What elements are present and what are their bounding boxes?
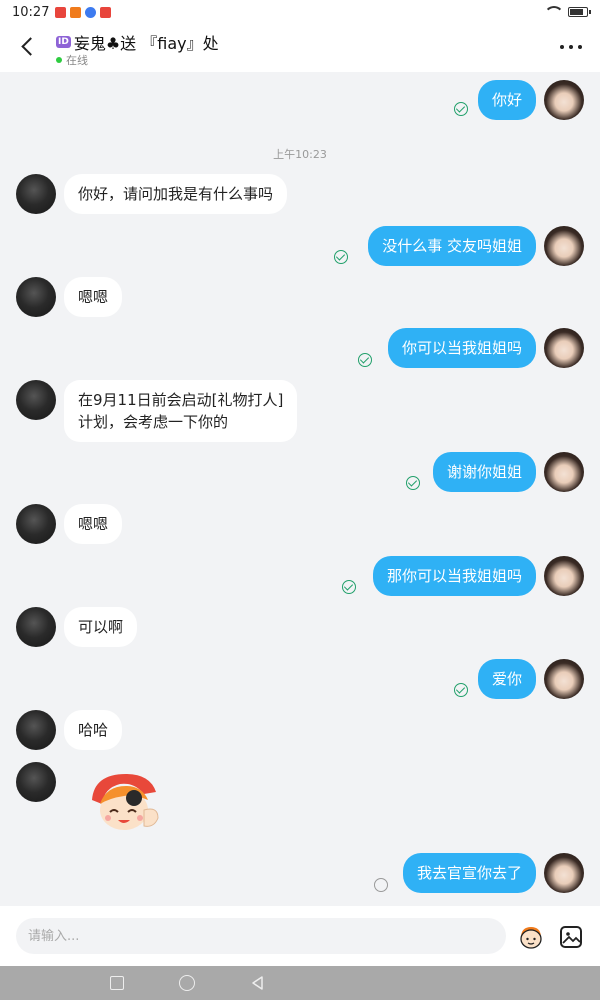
my-avatar[interactable] <box>544 226 584 266</box>
message-bubble-in[interactable]: 在9月11日前会启动[礼物打人] 计划，会考虑一下你的 <box>64 380 298 442</box>
read-check-icon <box>454 683 468 697</box>
chat-header: ID 妄鬼♣送 『fiay』处 在线 <box>0 24 600 72</box>
status-bar: 10:27 <box>0 0 600 24</box>
my-avatar[interactable] <box>544 452 584 492</box>
status-time: 10:27 <box>12 4 50 20</box>
notification-icon-3 <box>85 6 97 18</box>
message-row: 没什么事 交友吗姐姐 <box>0 226 600 266</box>
input-bar <box>0 906 600 966</box>
my-avatar[interactable] <box>544 556 584 596</box>
message-bubble-out[interactable]: 爱你 <box>477 659 536 699</box>
my-avatar[interactable] <box>544 328 584 368</box>
online-dot-icon <box>56 57 62 63</box>
nav-home-icon[interactable] <box>179 975 195 991</box>
message-bubble-in[interactable]: 嗯嗯 <box>64 504 123 544</box>
emoji-sticker-icon[interactable] <box>518 924 544 950</box>
message-row: 爱你 <box>0 659 600 699</box>
online-status: 在线 <box>56 52 88 68</box>
my-avatar[interactable] <box>544 853 584 893</box>
message-input[interactable] <box>16 918 506 954</box>
id-badge: ID <box>56 36 71 48</box>
message-line: 计划，会考虑一下你的 <box>78 413 229 431</box>
message-bubble-out[interactable]: 那你可以当我姐姐吗 <box>372 556 536 596</box>
message-row: 在9月11日前会启动[礼物打人] 计划，会考虑一下你的 <box>0 380 600 442</box>
message-row: 你好 <box>0 80 600 120</box>
message-line: 在9月11日前会启动[礼物打人] <box>78 391 284 409</box>
notification-icon-2 <box>70 6 82 18</box>
more-dots-icon[interactable] <box>560 42 582 52</box>
battery-level <box>570 9 583 15</box>
read-check-icon <box>342 580 356 594</box>
notification-icon-1 <box>55 6 67 18</box>
cartoon-face-sticker[interactable] <box>84 770 164 836</box>
message-row: 你好，请问加我是有什么事吗 <box>0 174 600 214</box>
battery-icon <box>568 7 591 17</box>
image-icon[interactable] <box>560 926 582 948</box>
my-avatar[interactable] <box>544 659 584 699</box>
contact-avatar[interactable] <box>16 710 56 750</box>
my-avatar[interactable] <box>544 80 584 120</box>
message-bubble-out[interactable]: 没什么事 交友吗姐姐 <box>368 226 536 266</box>
message-bubble-in[interactable]: 哈哈 <box>64 710 123 750</box>
wifi-icon <box>544 6 564 18</box>
message-row: 嗯嗯 <box>0 277 600 317</box>
chat-title-text: 妄鬼♣送 『fiay』处 <box>73 34 219 53</box>
message-row: 那你可以当我姐姐吗 <box>0 556 600 596</box>
chat-title: ID 妄鬼♣送 『fiay』处 <box>56 30 219 54</box>
sending-status-icon <box>374 878 388 892</box>
contact-avatar[interactable] <box>16 504 56 544</box>
message-bubble-out[interactable]: 你可以当我姐姐吗 <box>387 328 536 368</box>
nav-back-icon[interactable] <box>250 975 266 991</box>
message-bubble-in[interactable]: 嗯嗯 <box>64 277 123 317</box>
image-icon-glyph <box>562 932 580 944</box>
message-bubble-out[interactable]: 谢谢你姐姐 <box>432 452 536 492</box>
message-timestamp: 上午10:23 <box>273 148 327 161</box>
message-row: 谢谢你姐姐 <box>0 452 600 492</box>
contact-avatar[interactable] <box>16 762 56 802</box>
message-row: 你可以当我姐姐吗 <box>0 328 600 368</box>
contact-avatar[interactable] <box>16 380 56 420</box>
notification-icon-4 <box>100 6 112 18</box>
message-row: 我去官宣你去了 <box>0 853 600 893</box>
message-bubble-out[interactable]: 我去官宣你去了 <box>402 853 536 893</box>
online-status-text: 在线 <box>66 54 88 67</box>
back-arrow-icon[interactable] <box>18 36 40 58</box>
message-bubble-out[interactable]: 你好 <box>477 80 536 120</box>
read-check-icon <box>406 476 420 490</box>
system-nav-bar <box>0 966 600 1000</box>
message-row: 可以啊 <box>0 607 600 647</box>
read-check-icon <box>454 102 468 116</box>
message-bubble-in[interactable]: 你好，请问加我是有什么事吗 <box>64 174 288 214</box>
contact-avatar[interactable] <box>16 277 56 317</box>
read-check-icon <box>334 250 348 264</box>
message-row: 哈哈 <box>0 710 600 750</box>
read-check-icon <box>358 353 372 367</box>
contact-avatar[interactable] <box>16 607 56 647</box>
nav-recent-icon[interactable] <box>110 976 124 990</box>
message-bubble-in[interactable]: 可以啊 <box>64 607 138 647</box>
message-row: 嗯嗯 <box>0 504 600 544</box>
contact-avatar[interactable] <box>16 174 56 214</box>
